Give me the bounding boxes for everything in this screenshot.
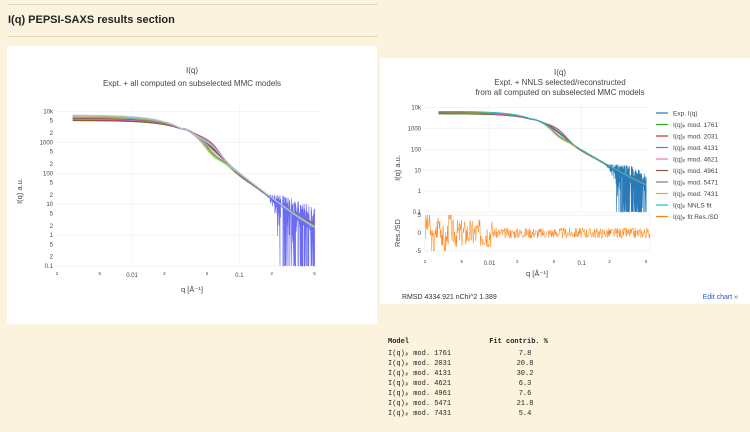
legend-item[interactable]: I(q)ₚ mod. 2031 [673, 133, 718, 140]
title-rule-bottom [8, 36, 378, 37]
contrib-cell: 20.8 [516, 360, 534, 368]
y-tick-minor-label: 2 [50, 193, 54, 199]
y-tick-label: 10k [43, 109, 54, 115]
legend-item[interactable]: I(q)ₚ mod. 5471 [673, 179, 718, 186]
legend-item[interactable]: I(q)ₚ mod. 4621 [673, 156, 718, 163]
legend-item[interactable]: I(q)ₚ fit Res./SD [673, 214, 719, 221]
title-rule-top [8, 4, 378, 5]
edit-chart-link[interactable]: Edit chart » [703, 294, 738, 301]
contrib-cell: 30.2 [516, 370, 534, 378]
y-tick-label: 10 [46, 202, 53, 208]
y-tick-label: 100 [43, 171, 54, 177]
x-tick-minor-label: 2 [271, 271, 274, 276]
left-chart-subtitle: Expt. + all computed on subselected MMC … [103, 79, 281, 88]
left-chart[interactable]: I(q) Expt. + all computed on subselected… [7, 46, 377, 324]
rmsd-readout: RMSD 4334.921 nChi^2 1.389 [402, 294, 497, 301]
model-cell: I(q)ₚ mod. 5471 [388, 400, 452, 408]
left-chart-panel: I(q) Expt. + all computed on subselected… [7, 46, 377, 324]
y-tick-minor-label: 2 [50, 224, 54, 230]
residual-y-tick-label: -5 [416, 249, 422, 255]
y-tick-minor-label: 2 [50, 131, 54, 137]
y-tick-label: 0.1 [413, 210, 422, 216]
left-x-axis-label: q [Å⁻¹] [181, 285, 203, 294]
y-tick-label: 10 [414, 168, 421, 174]
y-tick-minor-label: 5 [50, 181, 54, 187]
right-chart-subtitle-2: from all computed on subselected MMC mod… [476, 88, 645, 97]
section-title: I(q) PEPSI-SAXS results section [8, 14, 175, 26]
column-header-model: Model [388, 338, 410, 346]
legend-item[interactable]: Exp. I(q) [673, 110, 698, 117]
y-tick-label: 1000 [40, 140, 54, 146]
contrib-cell: 5.4 [518, 410, 532, 418]
column-header-fit-contrib: Fit contrib. % [489, 338, 548, 346]
y-tick-label: 1 [418, 189, 422, 195]
x-tick-label: 0.01 [126, 273, 138, 279]
model-cell: I(q)ₚ mod. 7431 [388, 410, 452, 418]
table-row: I(q)ₚ mod. 2031 20.8 [388, 359, 548, 369]
left-y-axis-label: I(q) a.u. [15, 178, 24, 204]
x-tick-minor-label: 2 [424, 259, 427, 264]
exp-iq-series [438, 111, 647, 213]
legend-item[interactable]: I(q)ₚ mod. 4131 [673, 145, 718, 152]
x-tick-minor-label: 2 [608, 259, 611, 264]
fit-contrib-table: Model Fit contrib. % I(q)ₚ mod. 1761 7.8 … [388, 338, 548, 419]
legend-item[interactable]: I(q)ₚ NNLS fit [673, 202, 712, 209]
contrib-cell: 7.6 [518, 390, 532, 398]
right-y-axis-label-top: I(q) a.u. [393, 155, 402, 181]
y-tick-minor-label: 5 [50, 242, 54, 248]
x-tick-label: 0.01 [484, 261, 496, 267]
table-row: I(q)ₚ mod. 1761 7.8 [388, 349, 548, 359]
legend-item[interactable]: I(q)ₚ mod. 7431 [673, 191, 718, 198]
y-tick-minor-label: 5 [50, 150, 54, 156]
x-tick-label: 0.1 [235, 273, 244, 279]
table-row: I(q)ₚ mod. 5471 21.8 [388, 399, 548, 409]
table-row: I(q)ₚ mod. 4961 7.6 [388, 389, 548, 399]
x-tick-minor-label: 2 [56, 271, 59, 276]
x-tick-minor-label: 5 [460, 259, 463, 264]
y-tick-minor-label: 2 [50, 162, 54, 168]
y-tick-label: 1 [50, 233, 54, 239]
right-chart-title: I(q) [554, 68, 566, 77]
x-tick-minor-label: 5 [98, 271, 101, 276]
x-tick-minor-label: 2 [163, 271, 166, 276]
y-tick-minor-label: 2 [50, 255, 54, 261]
y-tick-label: 1000 [408, 127, 422, 133]
model-cell: I(q)ₚ mod. 2031 [388, 360, 452, 368]
y-tick-label: 0.1 [45, 264, 54, 270]
y-tick-minor-label: 5 [50, 119, 54, 125]
right-chart-subtitle-1: Expt. + NNLS selected/reconstructed [494, 78, 625, 87]
residual-y-tick-label: 0 [418, 231, 422, 237]
table-header-row: Model Fit contrib. % [388, 338, 548, 349]
table-row: I(q)ₚ mod. 4621 6.3 [388, 379, 548, 389]
left-chart-title: I(q) [186, 66, 198, 75]
model-cell: I(q)ₚ mod. 4621 [388, 380, 452, 388]
model-cell: I(q)ₚ mod. 4131 [388, 370, 452, 378]
contrib-cell: 6.3 [518, 380, 532, 388]
x-tick-label: 0.1 [578, 261, 587, 267]
x-tick-minor-label: 5 [206, 271, 209, 276]
model-cell: I(q)ₚ mod. 1761 [388, 350, 452, 358]
right-chart-panel: I(q) Expt. + NNLS selected/reconstructed… [380, 58, 750, 304]
x-tick-minor-label: 2 [516, 259, 519, 264]
y-tick-minor-label: 5 [50, 211, 54, 217]
table-row: I(q)ₚ mod. 4131 30.2 [388, 369, 548, 379]
exp-iq-series [72, 117, 315, 267]
right-x-axis-label: q [Å⁻¹] [526, 269, 548, 278]
y-tick-label: 10k [411, 106, 422, 112]
right-y-axis-label-bottom: Res./SD [393, 218, 402, 247]
right-chart[interactable]: I(q) Expt. + NNLS selected/reconstructed… [380, 58, 750, 304]
contrib-cell: 21.8 [516, 400, 534, 408]
x-tick-minor-label: 5 [553, 259, 556, 264]
y-tick-label: 100 [411, 147, 422, 153]
legend-item[interactable]: I(q)ₚ mod. 4961 [673, 168, 718, 175]
model-cell: I(q)ₚ mod. 4961 [388, 390, 452, 398]
x-tick-minor-label: 5 [313, 271, 316, 276]
legend-item[interactable]: I(q)ₚ mod. 1761 [673, 122, 718, 129]
table-row: I(q)ₚ mod. 7431 5.4 [388, 409, 548, 419]
x-tick-minor-label: 5 [645, 259, 648, 264]
contrib-cell: 7.8 [518, 350, 532, 358]
